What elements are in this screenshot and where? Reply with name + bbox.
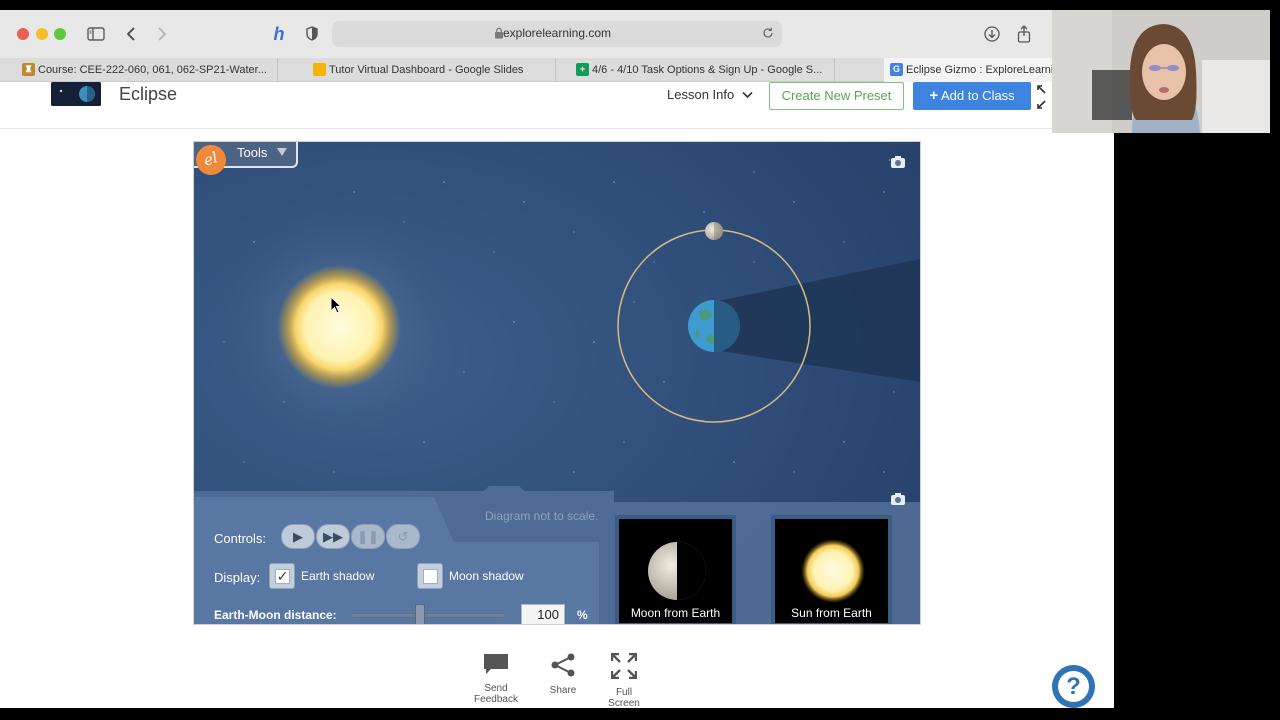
window-maximize-button[interactable] <box>54 28 66 40</box>
lesson-info-dropdown[interactable]: Lesson Info <box>667 87 753 102</box>
reset-button[interactable]: ↺ <box>386 524 420 549</box>
earth-moon-distance-input[interactable]: 100 <box>521 604 565 624</box>
share-nodes-icon <box>551 653 575 677</box>
earth-shadow-checkbox[interactable]: ✓ <box>269 563 295 589</box>
screen: h explorelearning.com ♜ Course: CEE-222-… <box>0 0 1280 720</box>
play-icon: ▶ <box>293 529 303 544</box>
earth-shadow-label: Earth shadow <box>301 569 375 583</box>
moon <box>705 222 723 240</box>
tab-label: Eclipse Gizmo : ExploreLearning <box>906 64 1066 76</box>
tab-label: 4/6 - 4/10 Task Options & Sign Up - Goog… <box>592 64 823 76</box>
moon-dark-side <box>677 542 706 600</box>
back-icon[interactable] <box>119 22 143 46</box>
add-to-class-button[interactable]: + Add to Class <box>913 82 1031 110</box>
page-title: Eclipse <box>119 84 178 104</box>
share-icon[interactable] <box>1012 22 1036 46</box>
app-header: Eclipse Lesson Info Create New Preset + … <box>0 82 1114 129</box>
share-button[interactable]: Share <box>540 653 586 696</box>
camera-icon[interactable] <box>867 155 907 169</box>
share-label: Share <box>549 685 577 696</box>
play-button[interactable]: ▶ <box>281 524 315 549</box>
pause-icon: ❚❚ <box>357 529 379 544</box>
percent-unit-label: % <box>577 608 588 622</box>
url-text: explorelearning.com <box>502 26 612 40</box>
pause-button[interactable]: ❚❚ <box>351 524 385 549</box>
full-screen-button[interactable]: Full Screen <box>600 653 648 708</box>
tools-menu[interactable]: el Tools <box>194 142 298 179</box>
chevron-down-icon <box>742 91 753 99</box>
moon-shadow-label: Moon shadow <box>449 569 524 583</box>
add-to-class-label: Add to Class <box>940 88 1015 103</box>
create-new-preset-button[interactable]: Create New Preset <box>769 82 904 110</box>
control-panel: Diagram not to scale. Controls: ▶ ▶▶ ❚❚ … <box>194 491 920 624</box>
browser-window: h explorelearning.com ♜ Course: CEE-222-… <box>0 10 1114 708</box>
send-feedback-label: Send Feedback <box>474 683 518 705</box>
help-button[interactable]: ? <box>1052 665 1095 708</box>
earth-moon-distance-slider[interactable] <box>350 613 506 618</box>
full-screen-icon <box>611 653 637 679</box>
earth <box>688 300 740 352</box>
moon-shadow-checkbox[interactable] <box>417 563 443 589</box>
honey-extension-icon[interactable]: h <box>267 22 291 46</box>
chat-bubble-icon <box>484 654 508 674</box>
sun <box>277 265 401 389</box>
slider-handle[interactable] <box>415 604 426 624</box>
slides-favicon-icon <box>313 63 326 76</box>
plus-icon: + <box>929 87 939 104</box>
full-screen-label: Full Screen <box>608 687 640 708</box>
tab-task-options[interactable]: + 4/6 - 4/10 Task Options & Sign Up - Go… <box>570 58 835 82</box>
tab-label: Tutor Virtual Dashboard - Google Slides <box>329 64 524 76</box>
checkmark-icon: ✓ <box>275 568 290 584</box>
sidebar-icon[interactable] <box>84 22 108 46</box>
browser-toolbar: h explorelearning.com <box>0 10 1114 58</box>
expand-icon[interactable] <box>1036 84 1050 110</box>
reset-icon: ↺ <box>397 529 409 544</box>
address-bar[interactable]: explorelearning.com <box>332 21 782 47</box>
moon-from-earth-view: Moon from Earth <box>615 515 736 624</box>
sun-disk <box>801 539 865 603</box>
tab-course[interactable]: ♜ Course: CEE-222-060, 061, 062-SP21-Wat… <box>16 58 278 82</box>
course-favicon-icon: ♜ <box>22 63 35 76</box>
display-label: Display: <box>214 570 261 585</box>
caret-down-icon <box>277 148 287 156</box>
moon-from-earth-label: Moon from Earth <box>630 606 721 620</box>
sun-from-earth-view: Sun from Earth <box>771 515 892 624</box>
mouse-cursor-icon <box>330 296 342 314</box>
lesson-info-label: Lesson Info <box>667 87 735 102</box>
reload-icon[interactable] <box>762 25 776 41</box>
tab-bar: ♜ Course: CEE-222-060, 061, 062-SP21-Wat… <box>0 58 1114 82</box>
send-feedback-button[interactable]: Send Feedback <box>470 653 522 705</box>
earth-moon-distance-label: Earth-Moon distance: <box>214 608 337 622</box>
window-minimize-button[interactable] <box>36 28 48 40</box>
explorelearning-favicon-icon: G <box>890 63 903 76</box>
tab-label: Course: CEE-222-060, 061, 062-SP21-Water… <box>38 64 267 76</box>
forward-icon[interactable] <box>150 22 174 46</box>
download-icon[interactable] <box>980 22 1004 46</box>
eclipse-gizmo: el Tools Diagram not to scale. Controls:… <box>193 141 921 625</box>
checkbox-box <box>423 569 438 584</box>
gizmo-thumbnail <box>51 82 101 106</box>
fast-forward-icon: ▶▶ <box>323 529 343 544</box>
fast-forward-button[interactable]: ▶▶ <box>316 524 350 549</box>
question-mark-icon: ? <box>1058 671 1089 702</box>
window-close-button[interactable] <box>17 28 29 40</box>
controls-label: Controls: <box>214 531 267 546</box>
sheets-favicon-icon: + <box>576 63 589 76</box>
tab-tutor-dashboard[interactable]: Tutor Virtual Dashboard - Google Slides <box>307 58 556 82</box>
tools-label: Tools <box>237 145 268 160</box>
sun-from-earth-label: Sun from Earth <box>791 606 872 620</box>
webcam-overlay <box>1052 10 1270 133</box>
privacy-shield-icon[interactable] <box>300 22 324 46</box>
not-to-scale-note: Diagram not to scale. <box>485 509 599 523</box>
